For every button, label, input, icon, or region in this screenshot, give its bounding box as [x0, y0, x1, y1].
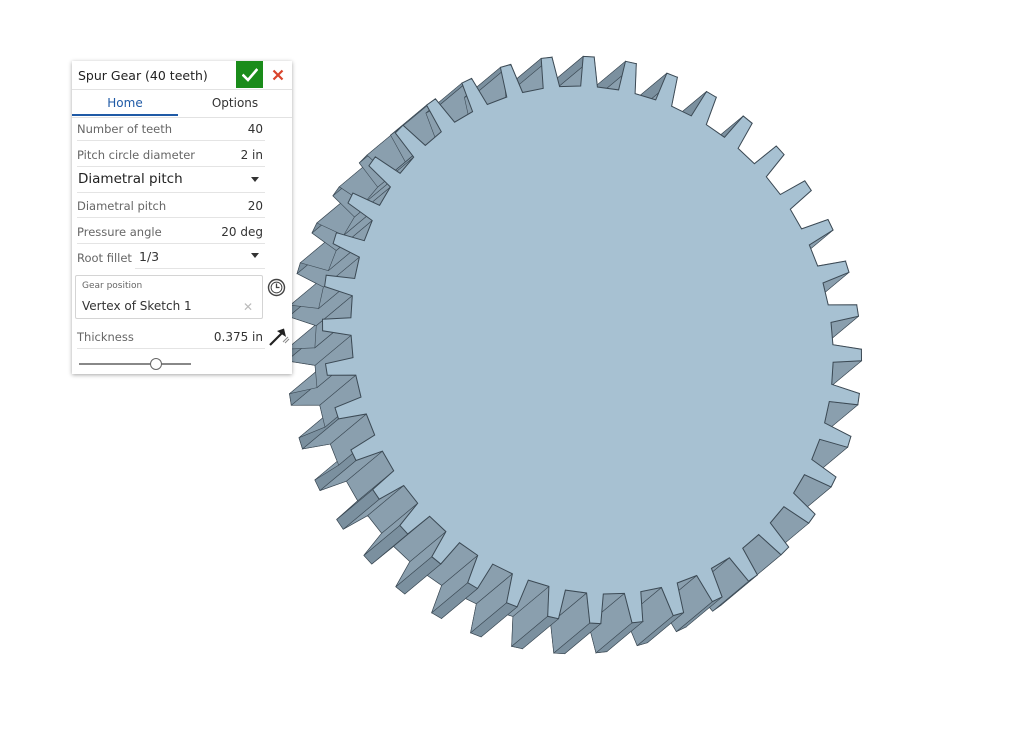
pressure-angle-field[interactable]: Pressure angle 20 deg	[77, 221, 265, 244]
dialog-title: Spur Gear (40 teeth)	[78, 68, 208, 83]
pitch-circle-diameter-field[interactable]: Pitch circle diameter 2 in	[77, 144, 265, 167]
thickness-input[interactable]: 0.375 in	[214, 330, 263, 344]
diametral-pitch-label: Diametral pitch	[77, 199, 167, 213]
root-fillet-select[interactable]: 1/3	[135, 247, 265, 269]
tab-options[interactable]: Options	[182, 90, 288, 116]
check-icon	[241, 67, 258, 82]
caret-down-icon	[251, 253, 259, 258]
accept-button[interactable]	[236, 61, 263, 88]
dialog-tabs: Home Options	[72, 89, 292, 118]
cancel-button[interactable]	[268, 65, 288, 85]
gear-position-value: Vertex of Sketch 1	[82, 299, 192, 313]
pressure-angle-input[interactable]: 20 deg	[221, 225, 263, 239]
diametral-pitch-input[interactable]: 20	[248, 199, 263, 213]
pitch-mode-select[interactable]: Diametral pitch	[77, 168, 265, 193]
pitch-circle-diameter-input[interactable]: 2 in	[241, 148, 263, 162]
root-fillet-value: 1/3	[139, 249, 160, 264]
thickness-slider-track[interactable]	[79, 363, 191, 365]
close-icon	[272, 69, 284, 81]
gear-position-label: Gear position	[82, 281, 143, 291]
pressure-angle-label: Pressure angle	[77, 225, 162, 239]
number-of-teeth-input[interactable]: 40	[248, 122, 263, 136]
root-fillet-field: Root fillet 1/3	[77, 247, 265, 269]
thickness-field[interactable]: Thickness 0.375 in	[77, 326, 265, 349]
clock-icon[interactable]	[267, 278, 286, 297]
thickness-label: Thickness	[77, 330, 134, 344]
spur-gear-dialog: Spur Gear (40 teeth) Home Options Number…	[72, 61, 292, 374]
caret-down-icon	[251, 177, 259, 182]
dialog-header: Spur Gear (40 teeth)	[72, 61, 292, 89]
clear-x-icon[interactable]: ✕	[243, 300, 253, 314]
tab-home[interactable]: Home	[72, 90, 178, 116]
number-of-teeth-field[interactable]: Number of teeth 40	[77, 118, 265, 141]
thickness-slider-thumb[interactable]	[150, 358, 163, 370]
root-fillet-label: Root fillet	[77, 251, 132, 265]
number-of-teeth-label: Number of teeth	[77, 122, 173, 136]
pitch-circle-diameter-label: Pitch circle diameter	[77, 148, 196, 162]
pitch-mode-value: Diametral pitch	[78, 171, 183, 187]
diametral-pitch-field[interactable]: Diametral pitch 20	[77, 195, 265, 218]
direction-arrow-icon[interactable]	[268, 327, 290, 347]
gear-position-query[interactable]: Gear position Vertex of Sketch 1 ✕	[75, 275, 263, 319]
